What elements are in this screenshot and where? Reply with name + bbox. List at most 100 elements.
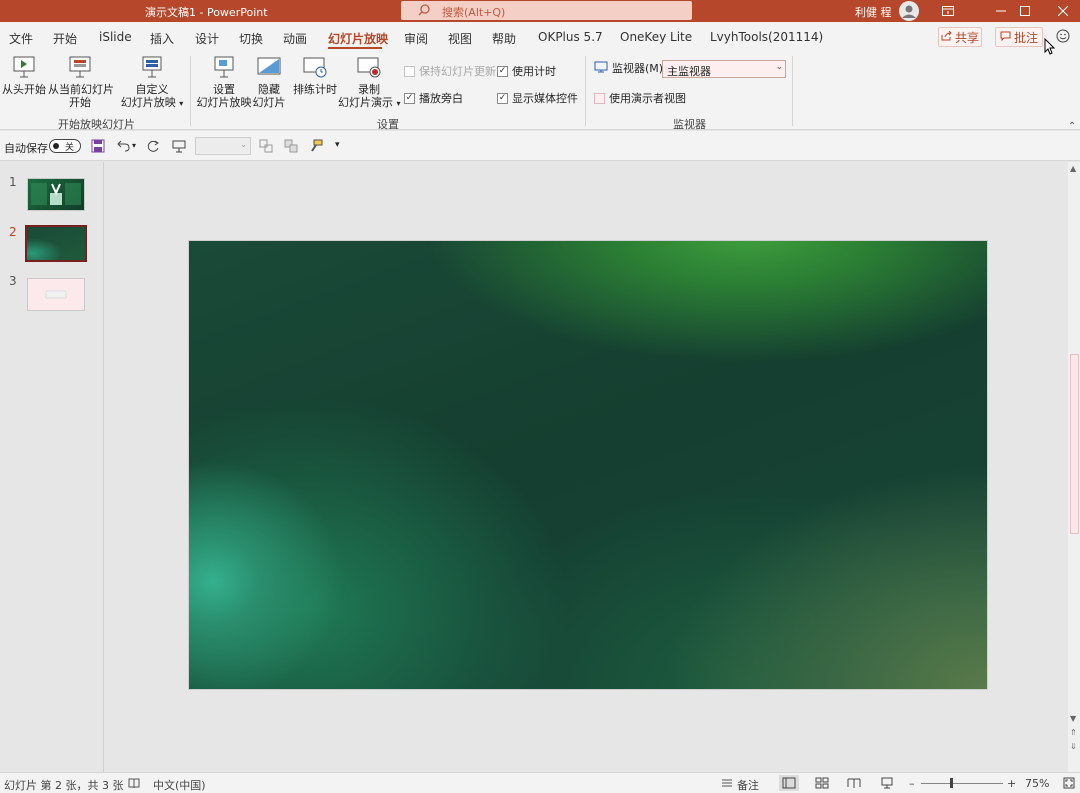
zoom-level[interactable]: 75% — [1025, 777, 1049, 790]
notes-icon[interactable] — [721, 777, 733, 792]
comment-icon — [1000, 30, 1011, 44]
user-name[interactable]: 利健 程 — [855, 4, 892, 20]
slide-sorter-icon[interactable] — [815, 777, 829, 792]
chevron-down-icon: ⌄ — [240, 140, 247, 149]
ribbon-tabs: 文件 开始 iSlide 插入 设计 切换 动画 幻灯片放映 审阅 视图 帮助 … — [0, 22, 1080, 50]
rehearse-timings-button[interactable]: 排练计时 — [292, 54, 338, 96]
record-label-1: 录制 — [358, 83, 380, 96]
quick-access-toolbar: 自动保存 关 ▾ ▾ — [0, 131, 1080, 161]
slideshow-view-icon[interactable] — [880, 777, 894, 792]
play-narration-checkbox[interactable]: ✓ 播放旁白 — [404, 90, 463, 106]
undo-dropdown-icon[interactable]: ▾ — [132, 141, 136, 150]
setup-show-icon — [196, 54, 252, 80]
tab-slide-show[interactable]: 幻灯片放映 — [328, 30, 388, 47]
monitor-label-row: 监视器(M): — [594, 60, 667, 76]
custom-show-button[interactable]: 自定义 幻灯片放映 ▾ — [120, 54, 184, 110]
slide-thumbnail-1[interactable] — [27, 178, 85, 211]
zoom-in-icon[interactable]: + — [1007, 777, 1016, 790]
qat-combo-box[interactable]: ⌄ — [195, 137, 251, 155]
slide-thumbnail-pane: 1 2 3 — [0, 162, 104, 772]
close-icon[interactable] — [1040, 0, 1080, 22]
from-current-label-1: 从当前幻灯片 — [48, 83, 114, 96]
zoom-slider-knob[interactable] — [950, 778, 953, 788]
tab-onekey-lite[interactable]: OneKey Lite — [620, 30, 692, 44]
customize-qat-icon[interactable]: ▾ — [335, 140, 340, 150]
checkbox-box — [594, 92, 605, 104]
search-icon — [417, 3, 431, 20]
save-icon[interactable] — [91, 139, 105, 156]
accessibility-icon[interactable] — [128, 777, 140, 792]
show-media-controls-checkbox[interactable]: ✓ 显示媒体控件 — [497, 90, 578, 106]
tab-lvyhtools[interactable]: LvyhTools(201114) — [710, 30, 823, 44]
slide-count-status: 幻灯片 第 2 张，共 3 张 — [4, 779, 124, 792]
language-status[interactable]: 中文(中国) — [153, 777, 206, 793]
use-timings-checkbox[interactable]: ✓ 使用计时 — [497, 63, 556, 79]
format-painter-icon[interactable] — [309, 139, 323, 156]
keep-updated-checkbox[interactable]: 保持幻灯片更新 — [404, 63, 496, 79]
tab-transitions[interactable]: 切换 — [239, 30, 263, 47]
record-show-button[interactable]: 录制 幻灯片演示 ▾ — [338, 54, 401, 110]
notes-button[interactable]: 备注 — [737, 777, 759, 793]
monitor-select[interactable]: 主监视器 ⌄ — [662, 60, 786, 78]
presenter-view-checkbox[interactable]: 使用演示者视图 — [594, 90, 686, 106]
custom-show-label-1: 自定义 — [135, 83, 169, 96]
vertical-scrollbar[interactable]: ▲ ▼ ⇑ ⇓ — [1068, 162, 1080, 772]
normal-view-icon[interactable] — [779, 775, 799, 791]
window-title: 演示文稿1 - PowerPoint — [145, 6, 268, 19]
monitor-label: 监视器(M): — [612, 62, 667, 75]
from-beginning-button[interactable]: 从头开始 — [2, 54, 46, 96]
tab-help[interactable]: 帮助 — [492, 30, 516, 47]
checkmark-icon: ✓ — [497, 65, 508, 77]
tab-view[interactable]: 视图 — [448, 30, 472, 47]
tab-islide[interactable]: iSlide — [99, 30, 132, 44]
group-icon[interactable] — [259, 139, 273, 156]
from-beginning-label: 从头开始 — [2, 83, 46, 96]
tab-okplus[interactable]: OKPlus 5.7 — [538, 30, 603, 44]
reading-view-icon[interactable] — [847, 777, 861, 792]
checkbox-box — [404, 65, 415, 77]
undo-icon[interactable] — [115, 139, 131, 156]
previous-slide-icon[interactable]: ⇑ — [1070, 728, 1077, 737]
autosave-toggle[interactable]: 关 — [49, 139, 81, 153]
tab-review[interactable]: 审阅 — [404, 30, 428, 47]
monitor-select-value: 主监视器 — [667, 65, 711, 78]
presentation-icon[interactable] — [172, 139, 186, 156]
avatar[interactable] — [899, 1, 919, 21]
tab-home[interactable]: 开始 — [53, 30, 77, 47]
zoom-slider-track[interactable] — [921, 783, 1003, 784]
scroll-up-icon[interactable]: ▲ — [1070, 164, 1076, 173]
slide-thumbnail-2[interactable] — [25, 225, 87, 262]
from-current-button[interactable]: 从当前幻灯片 开始 — [48, 54, 114, 109]
custom-show-icon — [120, 54, 184, 80]
setup-show-button[interactable]: 设置 幻灯片放映 — [196, 54, 252, 109]
chevron-down-icon: ▾ — [179, 99, 184, 108]
setup-show-label-2: 幻灯片放映 — [196, 96, 252, 109]
hide-slide-button[interactable]: 隐藏 幻灯片 — [252, 54, 286, 109]
chevron-down-icon: ⌄ — [775, 62, 783, 72]
feedback-smiley-icon[interactable] — [1056, 29, 1070, 46]
search-box[interactable]: 搜索(Alt+Q) — [401, 1, 692, 20]
tab-insert[interactable]: 插入 — [150, 30, 174, 47]
play-narration-label: 播放旁白 — [419, 92, 463, 105]
ungroup-icon[interactable] — [284, 139, 298, 156]
custom-show-label-2: 幻灯片放映 — [120, 96, 176, 109]
monitor-icon — [594, 61, 608, 76]
tab-design[interactable]: 设计 — [195, 30, 219, 47]
share-button[interactable]: 共享 — [938, 27, 982, 47]
scroll-down-icon[interactable]: ▼ — [1070, 714, 1076, 723]
next-slide-icon[interactable]: ⇓ — [1070, 742, 1077, 751]
scrollbar-thumb[interactable] — [1070, 354, 1079, 534]
zoom-out-icon[interactable]: – — [909, 777, 915, 790]
group-divider — [585, 56, 586, 126]
tab-animations[interactable]: 动画 — [283, 30, 307, 47]
fit-slide-icon[interactable] — [1063, 777, 1075, 792]
ribbon-display-options-icon[interactable] — [925, 0, 971, 22]
comment-button[interactable]: 批注 — [995, 27, 1043, 47]
tab-file[interactable]: 文件 — [9, 30, 33, 47]
hide-slide-label-2: 幻灯片 — [252, 96, 286, 109]
group-divider — [190, 56, 191, 126]
slide-thumbnail-3[interactable] — [27, 278, 85, 311]
slide-canvas[interactable] — [188, 240, 988, 690]
redo-icon[interactable] — [146, 139, 160, 156]
record-icon — [338, 54, 400, 80]
